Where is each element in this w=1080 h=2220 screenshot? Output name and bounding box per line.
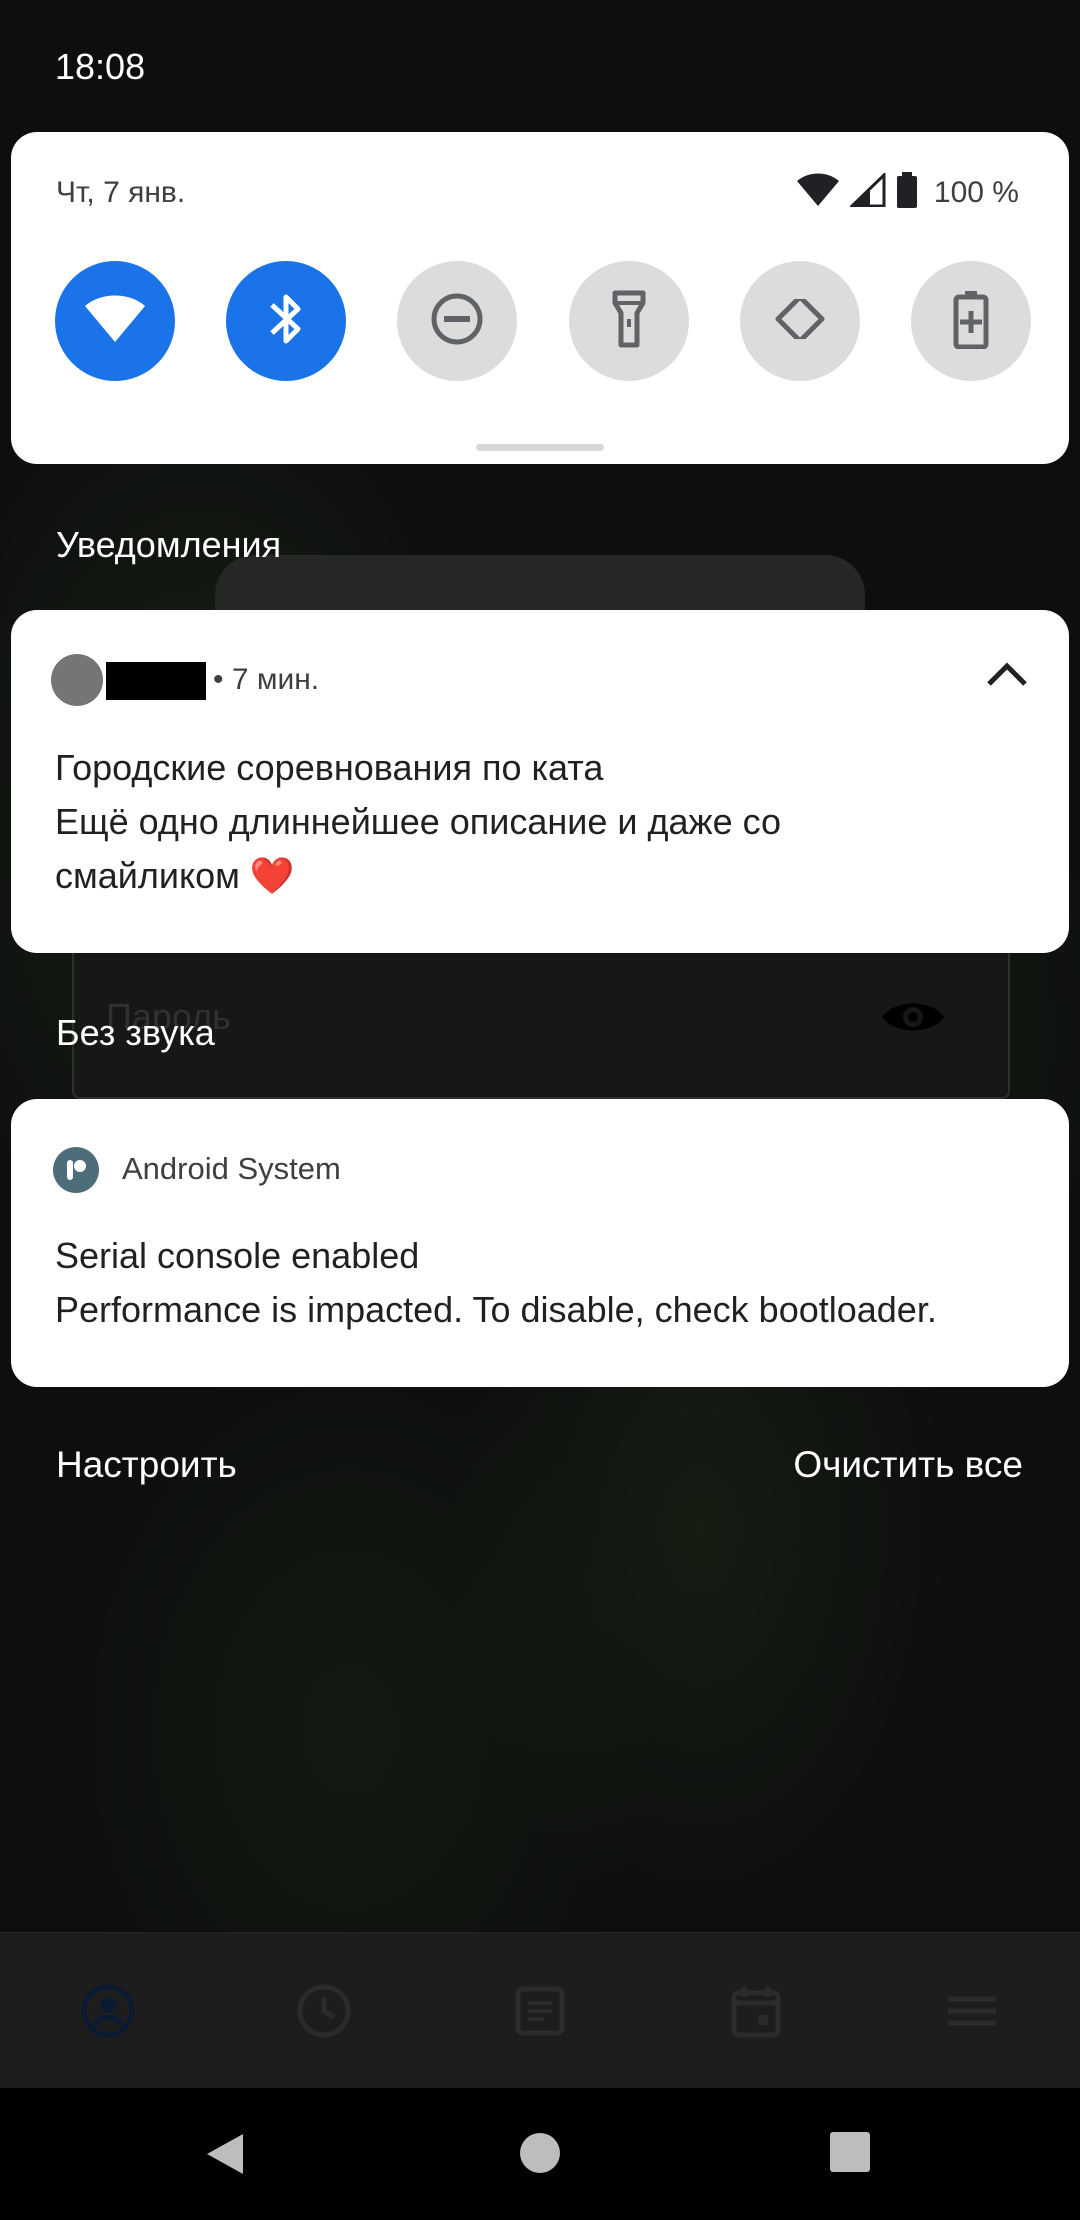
system-navigation-bar <box>0 2088 1080 2220</box>
flashlight-icon <box>609 289 649 354</box>
do-not-disturb-icon <box>430 292 484 351</box>
notifications-header: Уведомления <box>56 524 282 565</box>
notification-title: Serial console enabled <box>55 1235 420 1276</box>
notification-title: Городские соревнования по ката <box>55 747 604 788</box>
menu-icon <box>944 1983 1000 2039</box>
clock-icon <box>296 1983 352 2039</box>
home-icon[interactable] <box>519 2132 561 2179</box>
battery-icon <box>896 172 918 213</box>
notification-app-name: Android System <box>122 1151 341 1186</box>
document-icon <box>512 1983 568 2039</box>
battery-percent: 100 % <box>933 175 1019 209</box>
status-time: 18:08 <box>55 46 146 87</box>
battery-saver-icon <box>953 289 989 354</box>
notification-text: Performance is impacted. To disable, che… <box>55 1289 937 1330</box>
wifi-tile[interactable] <box>55 261 175 381</box>
flashlight-tile[interactable] <box>568 261 689 381</box>
wifi-icon <box>83 294 147 349</box>
app-icon <box>51 654 103 706</box>
bluetooth-tile[interactable] <box>226 261 347 381</box>
notification-time: • 7 мин. <box>213 663 320 696</box>
recents-icon[interactable] <box>830 2132 870 2177</box>
qs-drag-handle[interactable] <box>476 444 604 451</box>
manage-button[interactable]: Настроить <box>56 1444 237 1486</box>
wifi-signal-icon <box>796 173 840 212</box>
notification-text: Ещё одно длиннейшее описание и даже со с… <box>55 801 782 896</box>
do-not-disturb-tile[interactable] <box>397 261 518 381</box>
quick-settings-panel: Чт, 7 янв. 100 % <box>11 132 1069 464</box>
cell-signal-icon <box>848 171 886 212</box>
auto-rotate-icon <box>770 286 830 354</box>
android-system-icon <box>53 1147 99 1193</box>
notification-card[interactable]: • 7 мин. Городские соревнования по ката … <box>11 610 1069 953</box>
back-icon[interactable] <box>205 2132 245 2181</box>
bluetooth-icon <box>266 289 306 354</box>
qs-tiles <box>55 261 1031 381</box>
profile-icon <box>80 1983 136 2039</box>
silent-header: Без звука <box>56 1012 215 1053</box>
auto-rotate-tile[interactable] <box>739 261 860 381</box>
notification-card[interactable]: Android System Serial console enabled Pe… <box>11 1099 1069 1387</box>
collapse-icon[interactable] <box>985 658 1029 693</box>
clear-all-button[interactable]: Очистить все <box>793 1444 1023 1486</box>
qs-status-icons: 100 % <box>796 171 1019 213</box>
qs-date: Чт, 7 янв. <box>56 176 186 209</box>
calendar-icon <box>728 1983 784 2039</box>
eye-icon <box>880 995 946 1044</box>
battery-saver-tile[interactable] <box>910 261 1031 381</box>
redacted-app-name <box>106 662 206 700</box>
background-bottom-nav <box>0 1932 1080 2088</box>
